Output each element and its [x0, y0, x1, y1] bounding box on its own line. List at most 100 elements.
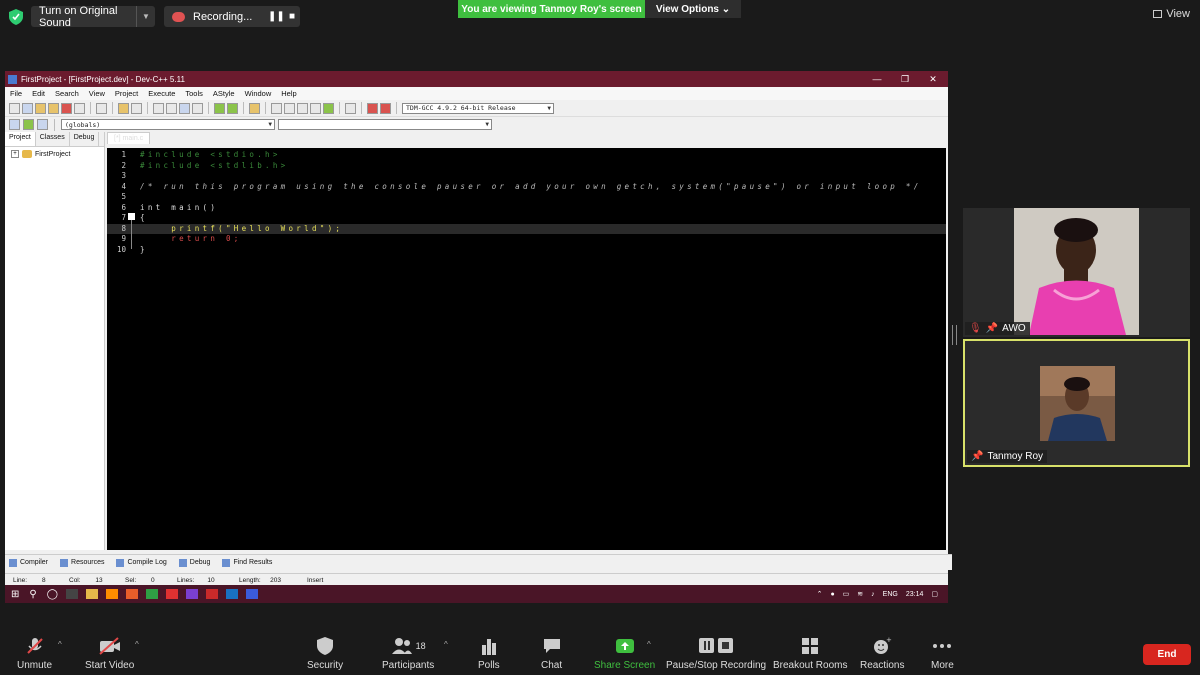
stop-recording-icon[interactable]: ■ — [284, 11, 300, 22]
rebuild-icon[interactable] — [310, 102, 321, 114]
compile-icon[interactable] — [271, 102, 282, 114]
volume-icon[interactable]: ♪ — [871, 591, 875, 598]
panel-resize-handle[interactable] — [952, 325, 957, 345]
tab-compile-log[interactable]: Compile Log — [116, 558, 167, 567]
chevron-up-icon[interactable]: ^ — [135, 640, 139, 649]
redo-icon[interactable] — [131, 102, 142, 114]
acrobat-icon[interactable] — [205, 589, 218, 599]
run-icon[interactable] — [284, 102, 295, 114]
cortana-icon[interactable]: ◯ — [47, 589, 58, 600]
more-button[interactable]: More — [931, 636, 954, 671]
fold-marker-icon[interactable] — [128, 213, 135, 220]
expand-icon[interactable]: + — [11, 150, 19, 158]
bookmark-icon[interactable] — [249, 102, 260, 114]
menu-edit[interactable]: Edit — [27, 89, 50, 98]
tab-compiler[interactable]: Compiler — [9, 558, 48, 567]
goto-definition-icon[interactable] — [23, 119, 34, 130]
chevron-up-icon[interactable]: ^ — [58, 640, 62, 649]
visual-studio-icon[interactable] — [185, 589, 198, 599]
function-select[interactable]: ▼ — [278, 119, 492, 130]
task-view-icon[interactable] — [65, 589, 78, 599]
view-button[interactable]: View — [1153, 8, 1190, 20]
chevron-up-icon[interactable]: ⌃ — [817, 590, 823, 598]
participants-button[interactable]: 18 Participants — [382, 636, 434, 671]
tab-debug[interactable]: Debug — [70, 132, 100, 146]
app-icon[interactable] — [145, 589, 158, 599]
open-file-icon[interactable] — [22, 102, 33, 114]
file-explorer-icon[interactable] — [85, 589, 98, 599]
end-meeting-button[interactable]: End — [1143, 644, 1191, 665]
app-icon[interactable] — [125, 589, 138, 599]
polls-button[interactable]: Polls — [478, 636, 500, 671]
chat-button[interactable]: Chat — [541, 636, 562, 671]
print-icon[interactable] — [96, 102, 107, 114]
tab-classes[interactable]: Classes — [36, 132, 70, 146]
security-button[interactable]: Security — [307, 636, 343, 671]
menu-project[interactable]: Project — [110, 89, 143, 98]
goto-line-icon[interactable] — [192, 102, 203, 114]
chevron-up-icon[interactable]: ^ — [647, 640, 651, 649]
find-icon[interactable] — [153, 102, 164, 114]
menu-astyle[interactable]: AStyle — [208, 89, 240, 98]
tab-main-c[interactable]: [*] main.c — [107, 132, 151, 144]
stop-execution-icon[interactable] — [345, 102, 356, 114]
minimize-icon[interactable]: — — [863, 71, 891, 87]
wifi-icon[interactable]: ≋ — [857, 590, 863, 598]
class-browser-icon[interactable] — [37, 119, 48, 130]
undo-icon[interactable] — [118, 102, 129, 114]
close-file-icon[interactable] — [61, 102, 72, 114]
battery-icon[interactable]: ▭ — [843, 590, 850, 598]
zoom-app-icon[interactable] — [225, 589, 238, 599]
participant-tile-tanmoy[interactable]: 📌 Tanmoy Roy — [963, 339, 1190, 467]
search-icon[interactable]: ⚲ — [29, 589, 36, 600]
menu-execute[interactable]: Execute — [143, 89, 180, 98]
tab-project[interactable]: Project — [5, 132, 36, 146]
microphone-icon[interactable]: ● — [830, 591, 834, 598]
compiler-select[interactable]: TDM-GCC 4.9.2 64-bit Release ▼ — [402, 102, 554, 114]
scope-select[interactable]: (globals) ▼ — [61, 119, 275, 130]
view-options-button[interactable]: View Options ⌄ — [645, 0, 741, 18]
project-tree-item[interactable]: + FirstProject — [5, 147, 104, 158]
pause-stop-recording-button[interactable]: Pause/Stop Recording — [666, 636, 766, 671]
profile-icon[interactable] — [367, 102, 378, 114]
language-indicator[interactable]: ENG — [883, 591, 898, 598]
tab-resources[interactable]: Resources — [60, 558, 104, 567]
menu-window[interactable]: Window — [240, 89, 277, 98]
illustrator-icon[interactable] — [105, 589, 118, 599]
original-sound-button[interactable]: Turn on Original Sound ▼ — [31, 5, 155, 29]
find-next-icon[interactable] — [179, 102, 190, 114]
brave-icon[interactable] — [165, 589, 178, 599]
unmute-button[interactable]: Unmute — [17, 636, 52, 671]
start-video-button[interactable]: Start Video — [85, 636, 134, 671]
share-screen-button[interactable]: Share Screen — [594, 636, 655, 671]
tab-debug-bottom[interactable]: Debug — [178, 558, 210, 567]
unindent-icon[interactable] — [227, 102, 238, 114]
close-icon[interactable]: ✕ — [919, 71, 947, 87]
devcpp-taskbar-icon[interactable] — [245, 589, 258, 599]
notification-icon[interactable]: ▢ — [931, 590, 938, 598]
menu-tools[interactable]: Tools — [180, 89, 208, 98]
debug-icon[interactable] — [380, 102, 391, 114]
participant-tile-awo[interactable]: 🎙 📌 AWO — [963, 208, 1190, 337]
code-editor[interactable]: 1 #include <stdio.h> 2 #include <stdlib.h>… — [107, 148, 946, 550]
save-icon[interactable] — [35, 102, 46, 114]
pause-recording-icon[interactable]: ❚❚ — [268, 11, 285, 22]
maximize-icon[interactable]: ❐ — [891, 71, 919, 87]
chevron-down-icon[interactable]: ▼ — [136, 6, 155, 27]
breakout-rooms-button[interactable]: Breakout Rooms — [773, 636, 847, 671]
menu-view[interactable]: View — [84, 89, 110, 98]
menu-help[interactable]: Help — [276, 89, 301, 98]
close-all-icon[interactable] — [74, 102, 85, 114]
replace-icon[interactable] — [166, 102, 177, 114]
chevron-up-icon[interactable]: ^ — [444, 640, 448, 649]
menu-file[interactable]: File — [5, 89, 27, 98]
windows-start-icon[interactable]: ⊞ — [11, 589, 19, 600]
goto-declaration-icon[interactable] — [9, 119, 20, 130]
save-all-icon[interactable] — [48, 102, 59, 114]
menu-search[interactable]: Search — [50, 89, 84, 98]
compile-run-icon[interactable] — [297, 102, 308, 114]
clock[interactable]: 23:14 — [906, 591, 924, 598]
syntax-check-icon[interactable] — [323, 102, 334, 114]
reactions-button[interactable]: + Reactions — [860, 636, 904, 671]
tab-find-results[interactable]: Find Results — [222, 558, 272, 567]
